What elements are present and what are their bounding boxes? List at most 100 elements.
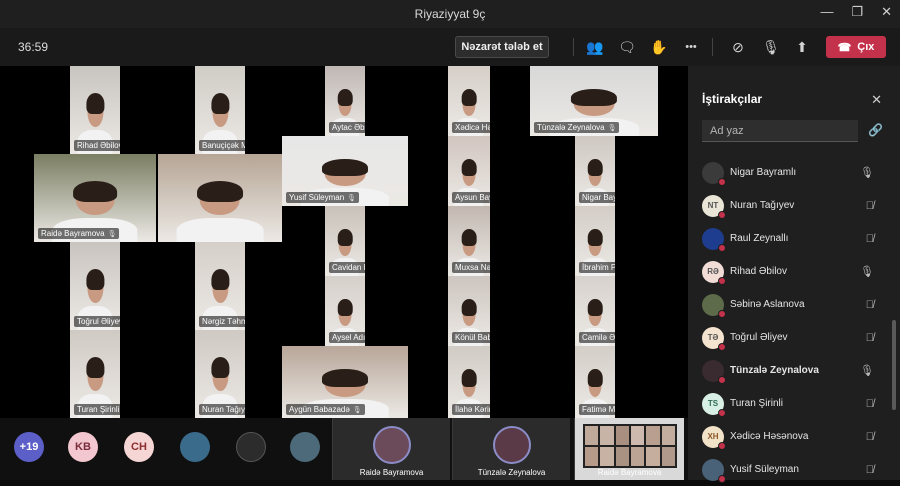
video-tile[interactable]: Raidə Bayramova 🎙 [34,154,156,242]
participant-name: Yusif Süleyman [730,464,799,475]
video-tile[interactable]: Toğrul Əliyev🎙 [70,242,120,330]
participant-name: Rihad Əbilov [730,266,787,277]
participant-name: Aytac Əbilova [332,123,365,132]
avatar-initials: XH [707,432,719,441]
tile-name-label: Nuran Tağıyev🎙 [199,404,245,415]
participant-name: İlahə Kərimova [455,405,490,414]
participant-list-item[interactable]: TƏ Toğrul Əliyev 🎙̸ [688,321,888,354]
avatar[interactable] [290,432,320,462]
tile-name-label: Banuçiçək Məmmədli🎙 [199,140,245,151]
video-tile[interactable]: Rihad Əbilov🎙 [70,66,120,154]
participant-list-item[interactable]: TS Turan Şirinli 🎙̸ [688,387,888,420]
video-tile[interactable]: Aygün Babazadə 🎙 [282,346,408,418]
close-panel-icon[interactable]: ✕ [871,92,882,108]
mic-status-icon[interactable]: 🎙 [860,265,874,278]
spotlight-tile[interactable]: Raidə Bayramova [332,418,450,480]
screen-share-preview[interactable]: Raidə Bayramova [574,418,684,480]
mic-status-icon[interactable]: 🎙̸ [866,299,874,311]
spotlight-tile[interactable]: Tünzalə Zeynalova [452,418,570,480]
share-link-icon[interactable]: 🔗 [868,123,883,137]
video-tile[interactable]: Cavidan Həsənov🎙 [325,206,365,276]
maximize-icon[interactable]: ❐ [851,4,863,20]
overflow-count-badge[interactable]: +19 [14,432,44,462]
video-tile[interactable]: Camilə Ələkbərova🎙 [575,276,615,346]
avatar[interactable]: CH [124,432,154,462]
video-tile[interactable]: Tünzalə Zeynalova 🎙 [530,66,658,136]
chat-icon[interactable]: 🗨 [616,37,638,57]
participant-list-item[interactable]: Tünzalə Zeynalova 🎙 [688,354,888,387]
mic-status-icon[interactable]: 🎙 [860,364,874,377]
toolbar-divider [573,38,574,56]
participant-list-item[interactable]: Nigar Bayramlı 🎙 [688,156,888,189]
tile-name-label: Raidə Bayramova 🎙 [38,228,120,239]
avatar [702,458,726,483]
participant-name: Nuran Tağıyev [730,200,795,211]
video-tile[interactable]: Nuran Tağıyev🎙 [195,330,245,418]
video-tile[interactable]: Nigar Bayramlı🎙 [575,136,615,206]
avatar-initials: RƏ [707,267,719,276]
participant-list-item[interactable]: NT Nuran Tağıyev 🎙̸ [688,189,888,222]
video-tile[interactable] [158,154,282,242]
avatar [702,227,726,252]
video-tile[interactable]: Aysun Bayramova🎙 [448,136,490,206]
participant-name: Xədicə Həsənova [455,123,490,132]
status-dot [718,474,726,483]
video-tile[interactable]: Könül Babayeva🎙 [448,276,490,346]
status-dot [718,276,726,285]
participant-name: Xədicə Həsənova [730,431,809,442]
participant-name: Toğrul Əliyev [77,317,120,326]
participant-name: Toğrul Əliyev [730,332,788,343]
avatar: XH [702,425,726,450]
mic-status-icon[interactable]: 🎙̸ [866,398,874,410]
video-tile[interactable]: İbrahim Paşazadə🎙 [575,206,615,276]
screen-share-name: Raidə Bayramova [597,468,662,477]
participant-list-item[interactable]: Raul Zeynallı 🎙̸ [688,222,888,255]
participant-list-item[interactable]: Səbinə Aslanova 🎙̸ [688,288,888,321]
video-tile[interactable]: Xədicə Həsənova🎙 [448,66,490,136]
panel-scrollbar[interactable] [892,320,896,410]
video-tile[interactable]: Banuçiçək Məmmədli🎙 [195,66,245,154]
tile-name-label: Aysel Adıgözəlova🎙 [329,332,365,343]
participant-name: Raul Zeynallı [730,233,789,244]
more-options-icon[interactable]: ••• [680,37,702,57]
mic-status-icon[interactable]: 🎙̸ [866,233,874,245]
camera-off-icon[interactable]: ⊘ [727,37,749,57]
close-window-icon[interactable]: ✕ [881,4,892,20]
people-icon[interactable]: 👥 [584,37,606,57]
video-tile[interactable]: Nərgiz Təhməzli🎙 [195,242,245,330]
tile-name-label: Turan Şirinli🎙 [74,404,120,415]
mic-off-icon[interactable]: 🎙 [760,37,782,57]
tile-name-label: Nigar Bayramlı🎙 [579,192,615,203]
video-tile[interactable]: Aytac Əbilova🎙 [325,66,365,136]
mic-status-icon[interactable]: 🎙̸ [866,431,874,443]
avatar-initials: TS [707,399,719,408]
participant-list-item[interactable]: XH Xədicə Həsənova 🎙̸ [688,420,888,453]
video-tile[interactable]: Fatimə Məmmədova🎙 [575,346,615,418]
participant-list-item[interactable]: RƏ Rihad Əbilov 🎙 [688,255,888,288]
mic-status-icon[interactable]: 🎙̸ [866,200,874,212]
tile-name-label: Toğrul Əliyev🎙 [74,316,120,327]
video-tile[interactable]: Muxsa Nəsirli🎙 [448,206,490,276]
avatar[interactable] [236,432,266,462]
participant-name: Aygün Babazadə [289,405,350,414]
raise-hand-icon[interactable]: ✋ [648,37,670,57]
video-tile[interactable]: Turan Şirinli🎙 [70,330,120,418]
panel-title: İştirakçılar [702,92,763,106]
tile-name-label: Aygün Babazadə 🎙 [286,404,365,415]
avatar[interactable]: KB [68,432,98,462]
mic-status-icon[interactable]: 🎙̸ [866,332,874,344]
avatar-initials: TƏ [707,333,719,342]
avatar[interactable] [180,432,210,462]
leave-button[interactable]: ☎ Çıx [826,36,886,58]
request-control-button[interactable]: Nəzarət tələb et [455,36,549,58]
mic-status-icon[interactable]: 🎙̸ [866,464,874,476]
participant-list-item[interactable]: Yusif Süleyman 🎙̸ [688,453,888,486]
minimize-icon[interactable]: — [820,4,833,20]
tile-name-label: Könül Babayeva🎙 [452,332,490,343]
video-tile[interactable]: Aysel Adıgözəlova🎙 [325,276,365,346]
mic-status-icon[interactable]: 🎙 [860,166,874,179]
share-screen-icon[interactable]: ⬆ [791,37,813,57]
video-tile[interactable]: Yusif Süleyman 🎙 [282,136,408,206]
video-tile[interactable]: İlahə Kərimova🎙 [448,346,490,418]
search-input[interactable] [702,120,858,142]
